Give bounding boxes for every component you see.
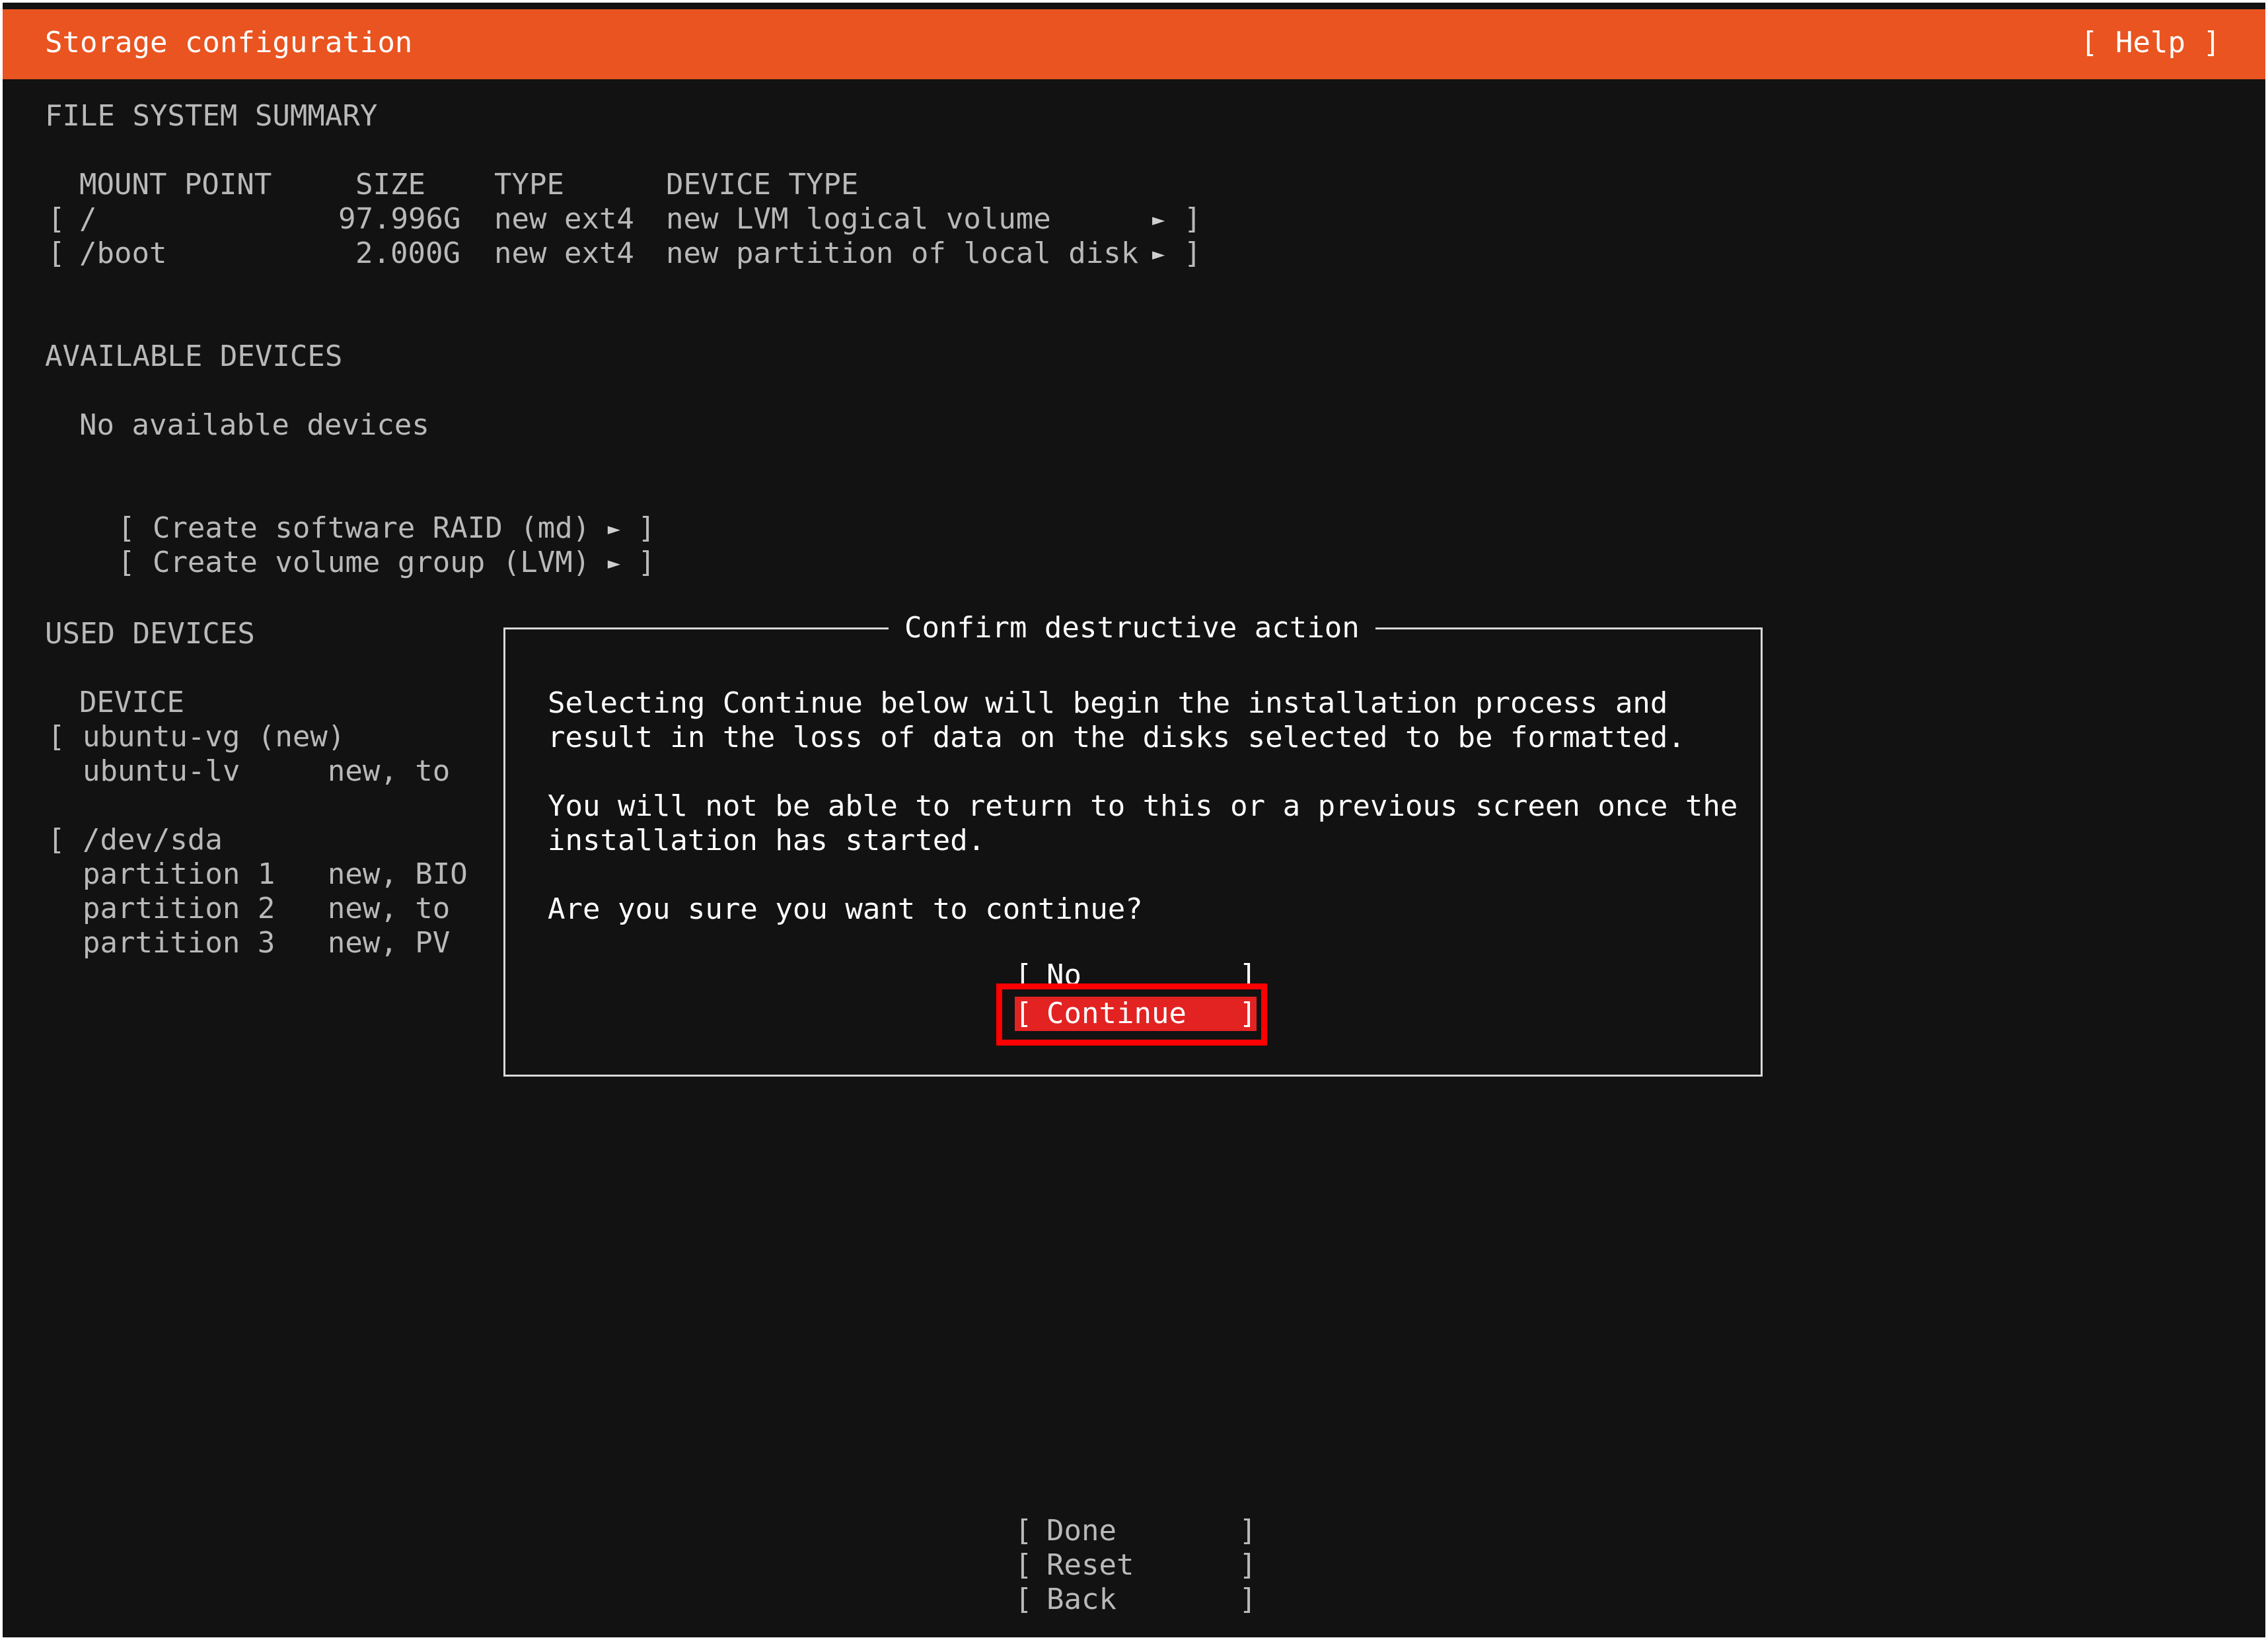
reset-close-bracket: ] bbox=[1239, 1548, 1257, 1582]
col-mount-point: MOUNT POINT bbox=[79, 168, 272, 201]
col-type: TYPE bbox=[494, 168, 564, 201]
dialog-message-line-4: installation has started. bbox=[548, 824, 986, 857]
back-button-label: Back bbox=[1046, 1583, 1116, 1616]
page-title: Storage configuration bbox=[45, 26, 413, 59]
row-device-type: new partition of local disk bbox=[666, 236, 1139, 270]
available-devices-heading: AVAILABLE DEVICES bbox=[45, 339, 343, 373]
no-button[interactable]: [ No ] bbox=[1015, 958, 1257, 985]
row-mount: / bbox=[79, 202, 97, 236]
continue-button-label: Continue bbox=[1046, 997, 1187, 1030]
reset-open-bracket: [ bbox=[1015, 1548, 1033, 1582]
done-button-label: Done bbox=[1046, 1514, 1116, 1548]
create-lvm-button[interactable]: [ Create volume group (LVM) ► ] bbox=[48, 511, 655, 614]
no-button-label: No bbox=[1046, 958, 1081, 985]
no-open-bracket: [ bbox=[1015, 958, 1033, 985]
reset-button[interactable]: [ Reset ] bbox=[1015, 1548, 1257, 1583]
used-device-sda[interactable]: [ /dev/sda bbox=[48, 823, 223, 857]
continue-button[interactable]: [ Continue ] bbox=[1015, 997, 1257, 1031]
done-close-bracket: ] bbox=[1239, 1514, 1257, 1548]
fs-summary-heading: FILE SYSTEM SUMMARY bbox=[45, 99, 378, 133]
row-type: new ext4 bbox=[494, 236, 634, 270]
continue-close-bracket: ] bbox=[1239, 997, 1257, 1030]
done-open-bracket: [ bbox=[1015, 1514, 1033, 1548]
col-device-type: DEVICE TYPE bbox=[666, 168, 859, 201]
menu-arrow-icon[interactable]: ► bbox=[1152, 236, 1165, 271]
reset-button-label: Reset bbox=[1046, 1548, 1134, 1582]
row-open-bracket: [ bbox=[48, 236, 65, 270]
row-mount: /boot bbox=[79, 236, 167, 270]
back-open-bracket: [ bbox=[1015, 1583, 1033, 1616]
row-close-bracket: ] bbox=[1184, 202, 1202, 236]
done-button[interactable]: [ Done ] bbox=[1015, 1514, 1257, 1548]
header-bar: Storage configuration [ Help ] bbox=[3, 9, 2265, 79]
continue-open-bracket: [ bbox=[1015, 997, 1033, 1030]
used-device-ubuntu-lv: ubuntu-lv new, to bbox=[48, 754, 451, 788]
row-type: new ext4 bbox=[494, 202, 634, 236]
row-size: 97.996G bbox=[338, 202, 461, 236]
back-button[interactable]: [ Back ] bbox=[1015, 1583, 1257, 1617]
used-device-partition-2: partition 2 new, to bbox=[48, 892, 451, 925]
used-device-partition-1: partition 1 new, BIO bbox=[48, 857, 468, 891]
used-devices-col-device: DEVICE bbox=[79, 686, 184, 719]
col-size: SIZE bbox=[355, 168, 425, 201]
back-close-bracket: ] bbox=[1239, 1583, 1257, 1616]
dialog-title: Confirm destructive action bbox=[889, 610, 1375, 647]
no-devices-message: No available devices bbox=[79, 408, 429, 442]
row-close-bracket: ] bbox=[1184, 236, 1202, 270]
menu-arrow-icon[interactable]: ► bbox=[1152, 202, 1165, 236]
menu-arrow-icon: ► bbox=[607, 550, 620, 575]
row-size: 2.000G bbox=[355, 236, 460, 270]
used-devices-heading: USED DEVICES bbox=[45, 617, 255, 651]
dialog-message-line-3: You will not be able to return to this o… bbox=[548, 789, 1738, 823]
create-lvm-label: [ Create volume group (LVM) bbox=[117, 546, 608, 579]
row-device-type: new LVM logical volume bbox=[666, 202, 1051, 236]
row-open-bracket: [ bbox=[48, 202, 65, 236]
used-device-partition-3: partition 3 new, PV bbox=[48, 926, 451, 960]
help-button[interactable]: [ Help ] bbox=[2080, 24, 2220, 61]
used-device-ubuntu-vg[interactable]: [ ubuntu-vg (new) bbox=[48, 720, 345, 754]
installer-screen: Storage configuration [ Help ] FILE SYST… bbox=[3, 3, 2265, 1637]
dialog-question: Are you sure you want to continue? bbox=[548, 892, 1143, 926]
create-lvm-close: ] bbox=[620, 546, 655, 579]
dialog-message-line-2: result in the loss of data on the disks … bbox=[548, 721, 1685, 754]
dialog-message-line-1: Selecting Continue below will begin the … bbox=[548, 686, 1668, 720]
no-close-bracket: ] bbox=[1239, 958, 1257, 985]
